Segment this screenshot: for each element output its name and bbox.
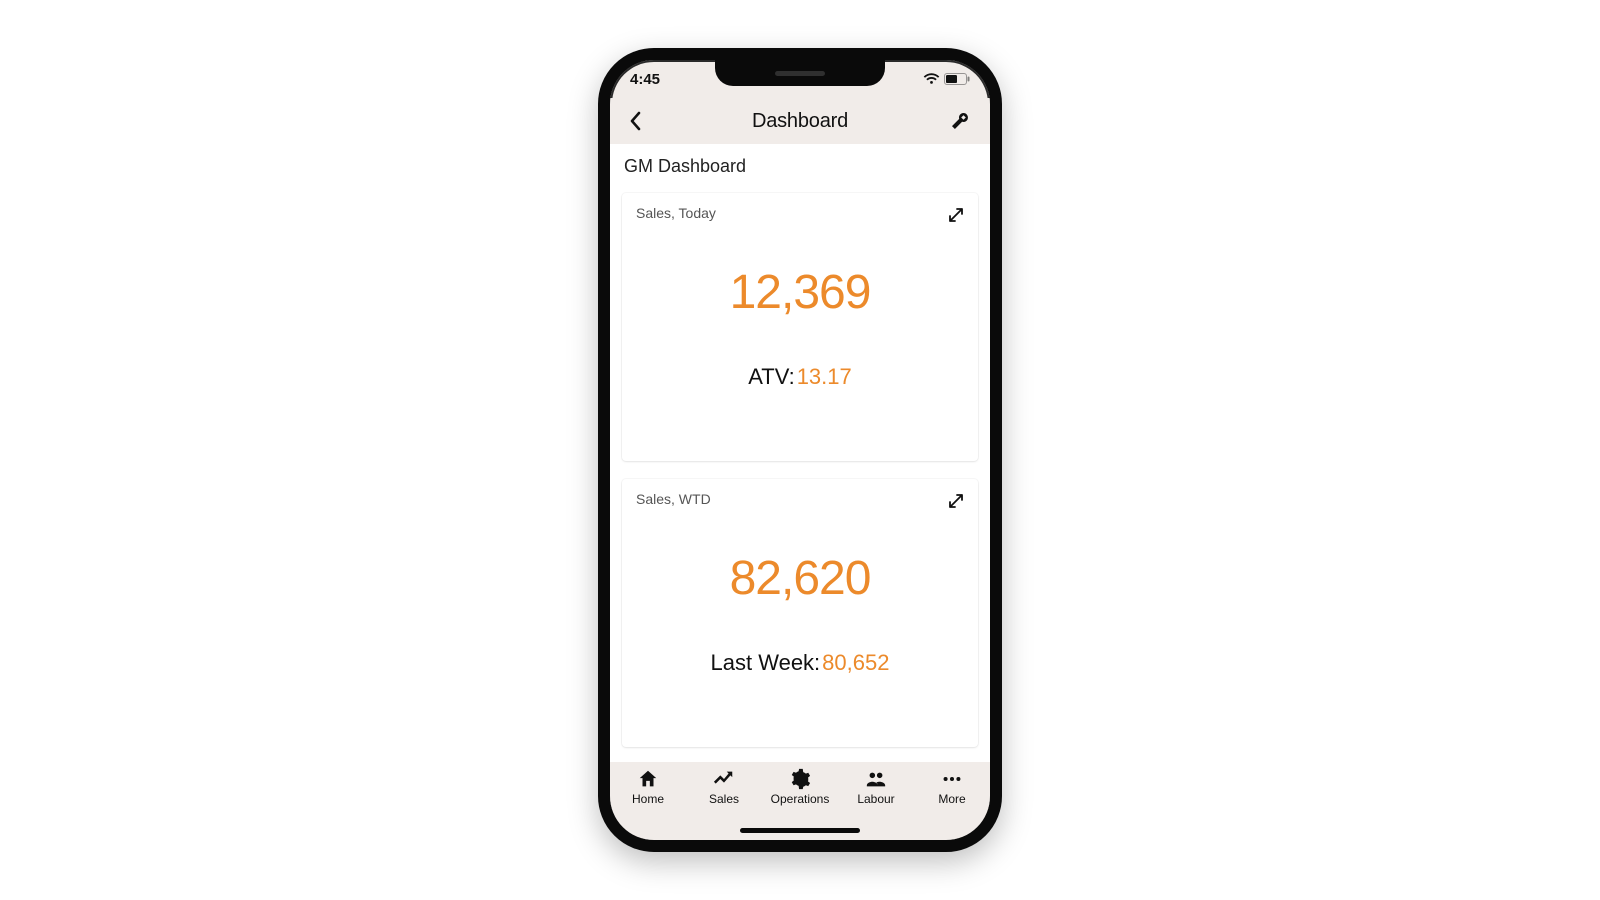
speaker-grille [775,71,825,76]
sales-wtd-sub: Last Week: 80,652 [636,650,964,676]
content-area: GM Dashboard Sales, Today 12,369 ATV: 13… [610,144,990,768]
wrench-icon [950,111,970,131]
phone-frame: 4:45 Dashboard GM Dashboard [598,48,1002,852]
tab-labour[interactable]: Labour [838,768,914,806]
tab-operations[interactable]: Operations [762,768,838,806]
status-time: 4:45 [630,71,660,88]
home-icon [637,768,659,790]
expand-icon [948,207,964,223]
home-indicator[interactable] [740,828,860,833]
card-title: Sales, Today [636,205,964,221]
tab-home[interactable]: Home [610,768,686,806]
tab-label: More [938,792,965,806]
sales-today-card: Sales, Today 12,369 ATV: 13.17 [622,193,978,461]
people-icon [865,768,887,790]
sales-today-value: 12,369 [636,265,964,320]
tab-bar: Home Sales Operations Labour More [610,762,990,840]
chevron-left-icon [628,111,644,131]
sub-label: Last Week: [711,650,821,676]
more-icon [941,768,963,790]
sub-label: ATV: [748,364,794,390]
back-button[interactable] [616,98,656,144]
tab-label: Home [632,792,664,806]
page-title: Dashboard [752,110,848,133]
settings-button[interactable] [940,98,980,144]
nav-header: Dashboard [610,98,990,144]
tab-label: Labour [857,792,894,806]
card-title: Sales, WTD [636,491,964,507]
trending-up-icon [713,768,735,790]
sub-value: 13.17 [797,364,852,390]
tab-label: Operations [771,792,830,806]
expand-button[interactable] [944,489,968,513]
tab-sales[interactable]: Sales [686,768,762,806]
status-icons [923,73,970,85]
sub-value: 80,652 [822,650,889,676]
notch [715,60,885,86]
gear-icon [789,768,811,790]
wifi-icon [923,73,940,85]
expand-button[interactable] [944,203,968,227]
tab-more[interactable]: More [914,768,990,806]
sales-wtd-value: 82,620 [636,551,964,606]
battery-icon [944,73,970,85]
expand-icon [948,493,964,509]
sales-wtd-card: Sales, WTD 82,620 Last Week: 80,652 [622,479,978,747]
sales-today-sub: ATV: 13.17 [636,364,964,390]
section-title: GM Dashboard [610,144,990,187]
tab-label: Sales [709,792,739,806]
